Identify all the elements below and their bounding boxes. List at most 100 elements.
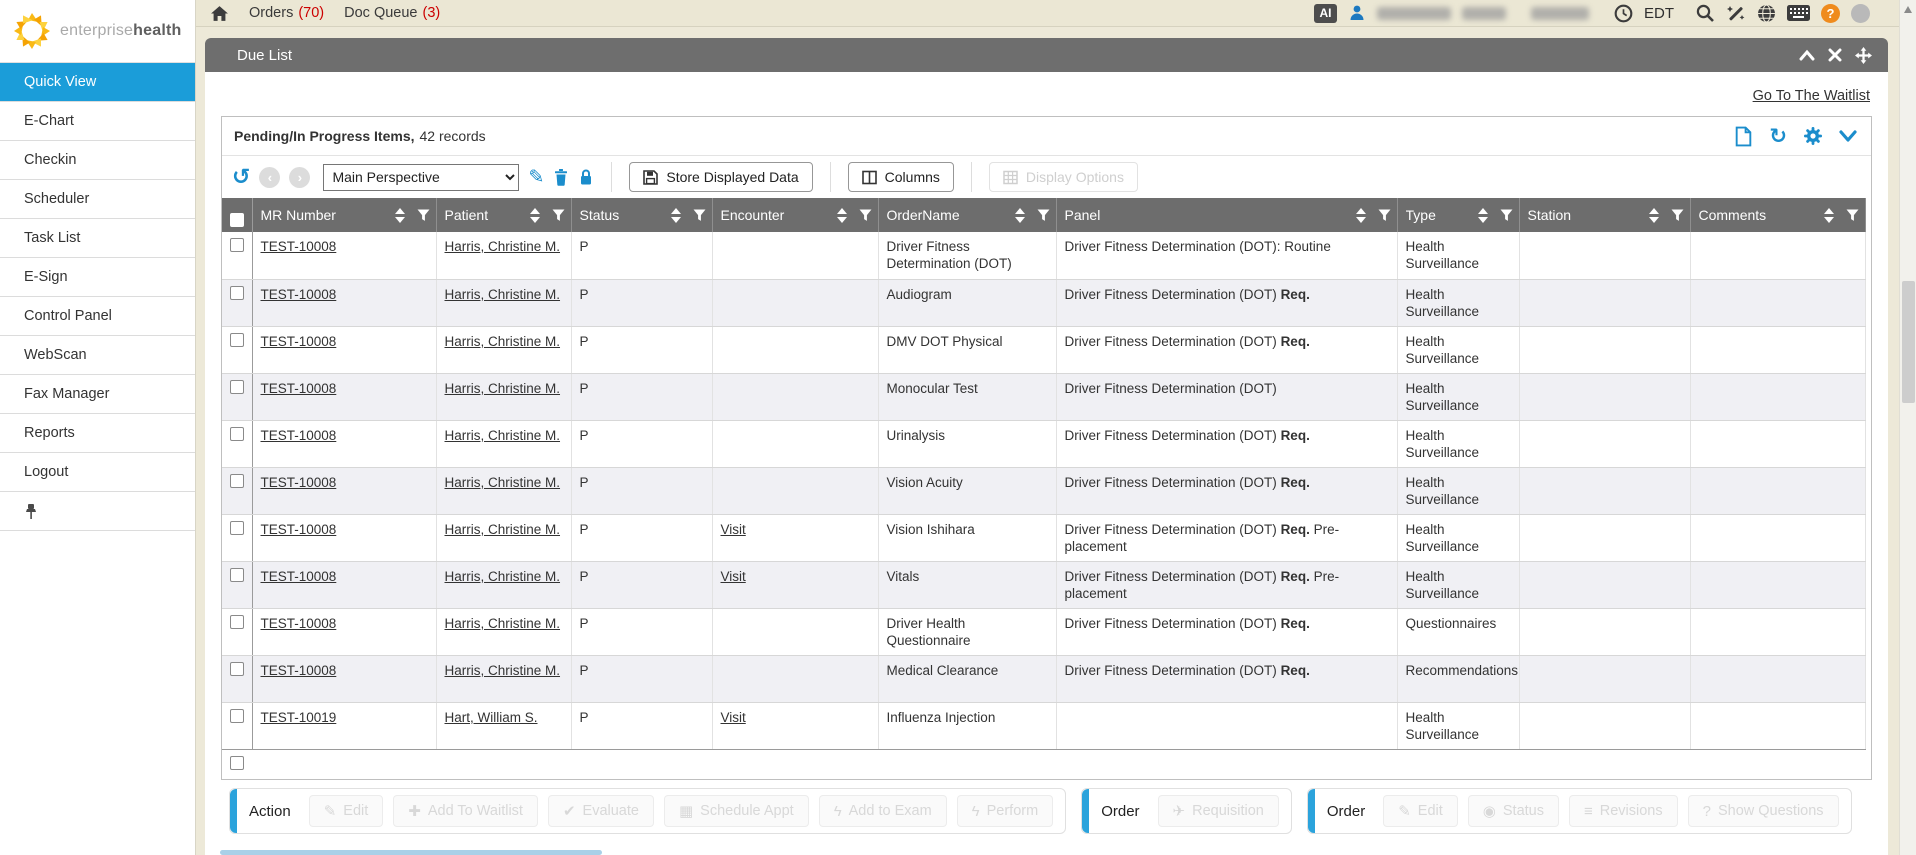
row-checkbox[interactable] <box>230 521 244 535</box>
mr-number-link[interactable]: TEST-10008 <box>261 616 337 631</box>
columns-button[interactable]: Columns <box>848 162 954 192</box>
sort-icon[interactable] <box>1356 208 1366 223</box>
select-all-checkbox[interactable] <box>230 213 244 227</box>
patient-link[interactable]: Harris, Christine M. <box>445 239 561 254</box>
row-checkbox[interactable] <box>230 756 244 770</box>
sidebar-item-e-chart[interactable]: E-Chart <box>0 102 195 141</box>
refresh-icon[interactable]: ↻ <box>1769 126 1787 147</box>
patient-link[interactable]: Harris, Christine M. <box>445 381 561 396</box>
magic-wand-icon[interactable] <box>1726 3 1746 23</box>
patient-link[interactable]: Harris, Christine M. <box>445 663 561 678</box>
sidebar-item-logout[interactable]: Logout <box>0 453 195 492</box>
collapse-icon[interactable] <box>1799 49 1815 61</box>
sidebar-item-e-sign[interactable]: E-Sign <box>0 258 195 297</box>
filter-icon[interactable] <box>1037 209 1050 222</box>
edit-button[interactable]: ✎Edit <box>309 795 384 827</box>
sidebar-item-webscan[interactable]: WebScan <box>0 336 195 375</box>
row-checkbox[interactable] <box>230 474 244 488</box>
sidebar-item-task-list[interactable]: Task List <box>0 219 195 258</box>
move-icon[interactable] <box>1855 47 1872 64</box>
vertical-scrollbar[interactable] <box>1899 0 1916 855</box>
mr-number-link[interactable]: TEST-10008 <box>261 239 337 254</box>
avatar[interactable] <box>1851 4 1870 23</box>
patient-link[interactable]: Harris, Christine M. <box>445 334 561 349</box>
row-checkbox[interactable] <box>230 709 244 723</box>
encounter-link[interactable]: Visit <box>721 569 746 584</box>
patient-link[interactable]: Harris, Christine M. <box>445 428 561 443</box>
sort-icon[interactable] <box>1015 208 1025 223</box>
sort-icon[interactable] <box>1478 208 1488 223</box>
sidebar-item-fax-manager[interactable]: Fax Manager <box>0 375 195 414</box>
pushpin-icon[interactable] <box>24 503 38 520</box>
delete-perspective-icon[interactable] <box>553 168 569 186</box>
settings-gear-icon[interactable] <box>1803 126 1823 146</box>
mr-number-link[interactable]: TEST-10008 <box>261 475 337 490</box>
go-to-waitlist-link[interactable]: Go To The Waitlist <box>1753 88 1870 104</box>
filter-icon[interactable] <box>552 209 565 222</box>
filter-icon[interactable] <box>1846 209 1859 222</box>
ai-badge[interactable]: AI <box>1314 4 1337 23</box>
sidebar-item-control-panel[interactable]: Control Panel <box>0 297 195 336</box>
mr-number-link[interactable]: TEST-10008 <box>261 663 337 678</box>
order-edit-button[interactable]: ✎Edit <box>1383 795 1458 827</box>
sort-icon[interactable] <box>395 208 405 223</box>
row-checkbox[interactable] <box>230 427 244 441</box>
help-icon[interactable]: ? <box>1821 4 1840 23</box>
schedule-appt-button[interactable]: ▦Schedule Appt <box>664 795 809 827</box>
add-to-waitlist-button[interactable]: ✚Add To Waitlist <box>393 795 538 827</box>
sidebar-item-quick-view[interactable]: Quick View <box>0 63 195 102</box>
row-checkbox[interactable] <box>230 662 244 676</box>
filter-icon[interactable] <box>859 209 872 222</box>
row-checkbox[interactable] <box>230 568 244 582</box>
add-to-exam-button[interactable]: ϟAdd to Exam <box>819 795 947 827</box>
sidebar-item-reports[interactable]: Reports <box>0 414 195 453</box>
filter-icon[interactable] <box>1378 209 1391 222</box>
revisions-button[interactable]: ≡Revisions <box>1569 795 1678 827</box>
row-checkbox[interactable] <box>230 615 244 629</box>
sort-icon[interactable] <box>1824 208 1834 223</box>
patient-link[interactable]: Harris, Christine M. <box>445 616 561 631</box>
prev-perspective-icon[interactable]: ‹ <box>259 167 280 188</box>
patient-link[interactable]: Harris, Christine M. <box>445 569 561 584</box>
sort-icon[interactable] <box>1649 208 1659 223</box>
patient-link[interactable]: Harris, Christine M. <box>445 287 561 302</box>
patient-link[interactable]: Harris, Christine M. <box>445 522 561 537</box>
next-perspective-icon[interactable]: › <box>289 167 310 188</box>
home-icon[interactable] <box>210 5 229 22</box>
sort-icon[interactable] <box>530 208 540 223</box>
lock-perspective-icon[interactable] <box>578 168 594 186</box>
horizontal-scrollbar-thumb[interactable] <box>220 850 602 855</box>
row-checkbox[interactable] <box>230 286 244 300</box>
perspective-select[interactable]: Main Perspective <box>323 164 519 191</box>
edit-perspective-icon[interactable]: ✎ <box>528 168 544 187</box>
filter-icon[interactable] <box>1671 209 1684 222</box>
patient-link[interactable]: Hart, William S. <box>445 710 538 725</box>
nav-orders[interactable]: Orders (70) <box>249 5 324 21</box>
keyboard-icon[interactable] <box>1787 5 1810 21</box>
sidebar-item-checkin[interactable]: Checkin <box>0 141 195 180</box>
display-options-button[interactable]: Display Options <box>989 162 1138 192</box>
sort-icon[interactable] <box>837 208 847 223</box>
mr-number-link[interactable]: TEST-10008 <box>261 381 337 396</box>
sidebar-item-scheduler[interactable]: Scheduler <box>0 180 195 219</box>
perform-button[interactable]: ϟPerform <box>957 795 1054 827</box>
row-checkbox[interactable] <box>230 380 244 394</box>
encounter-link[interactable]: Visit <box>721 710 746 725</box>
evaluate-button[interactable]: ✔Evaluate <box>548 795 654 827</box>
store-displayed-data-button[interactable]: Store Displayed Data <box>629 162 812 192</box>
globe-icon[interactable] <box>1757 4 1776 23</box>
encounter-link[interactable]: Visit <box>721 522 746 537</box>
mr-number-link[interactable]: TEST-10008 <box>261 569 337 584</box>
row-checkbox[interactable] <box>230 238 244 252</box>
nav-doc-queue[interactable]: Doc Queue (3) <box>344 5 440 21</box>
chevron-down-icon[interactable] <box>1839 130 1857 142</box>
show-questions-button[interactable]: ?Show Questions <box>1688 795 1839 827</box>
mr-number-link[interactable]: TEST-10008 <box>261 522 337 537</box>
search-icon[interactable] <box>1695 3 1715 23</box>
close-icon[interactable] <box>1828 48 1842 62</box>
mr-number-link[interactable]: TEST-10019 <box>261 710 337 725</box>
filter-icon[interactable] <box>693 209 706 222</box>
requisition-button[interactable]: ✈Requisition <box>1158 795 1279 827</box>
row-checkbox[interactable] <box>230 333 244 347</box>
sort-icon[interactable] <box>671 208 681 223</box>
